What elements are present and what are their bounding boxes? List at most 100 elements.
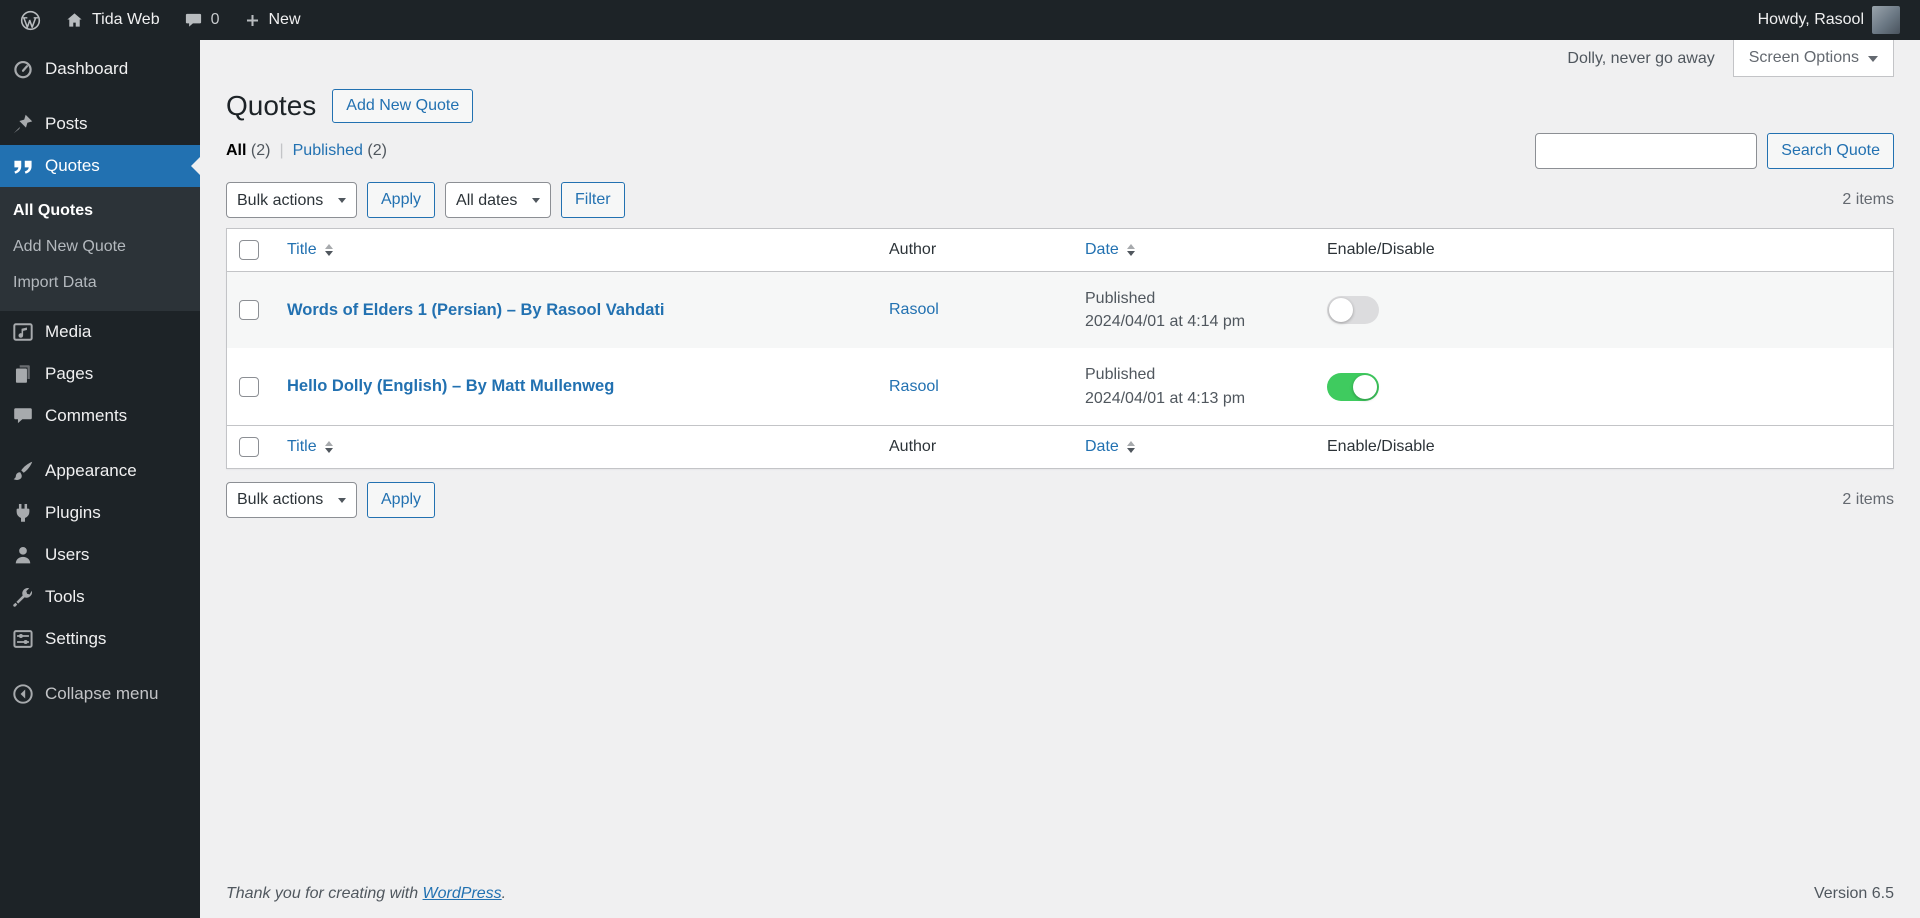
new-label: New [268,11,301,28]
sidebar-item-comments[interactable]: Comments [0,395,200,437]
row-checkbox[interactable] [239,376,259,397]
sidebar-item-label: Appearance [45,461,137,480]
filter-published-link[interactable]: Published (2) [293,142,387,160]
sidebar-item-label: Quotes [45,156,100,175]
search-quote-button[interactable]: Search Quote [1767,133,1894,169]
plus-icon [246,14,258,26]
sort-icon [1126,440,1135,453]
sort-by-date-link[interactable]: Date [1085,241,1135,259]
chevron-down-icon [1868,56,1878,62]
table-row: Words of Elders 1 (Persian) – By Rasool … [227,271,1893,349]
search-input[interactable] [1535,133,1758,169]
sort-icon [324,244,333,256]
status-filter-links: All (2) | Published (2) [226,142,387,160]
user-icon [15,546,31,564]
author-link[interactable]: Rasool [889,301,939,318]
toggle-knob [1353,374,1377,399]
apply-button[interactable]: Apply [367,182,436,218]
screen-options-label: Screen Options [1748,49,1859,66]
sort-icon [1126,244,1135,256]
avatar [1872,6,1900,34]
bulk-actions-select[interactable]: Bulk actions [226,481,357,518]
sort-by-title-link[interactable]: Title [287,438,333,456]
filter-all-label: All [226,142,247,159]
comments-count: 0 [210,11,220,28]
wordpress-logo-menu[interactable] [8,0,53,40]
quote-title-link[interactable]: Hello Dolly (English) – By Matt Mullenwe… [287,377,614,395]
apply-button[interactable]: Apply [367,481,436,518]
submenu-item-add-new-quote[interactable]: Add New Quote [0,229,200,265]
sidebar-item-pages[interactable]: Pages [0,353,200,395]
filter-published-count: (2) [367,142,387,159]
settings-sliders-icon [13,630,33,648]
filter-button[interactable]: Filter [561,182,625,218]
submenu-item-import-data[interactable]: Import Data [0,265,200,301]
title-column-header: Title [287,437,317,455]
sidebar-item-label: Settings [45,629,107,648]
bulk-actions-select-wrap: Bulk actions [226,481,357,518]
wordpress-logo-icon [20,10,41,30]
enable-toggle[interactable] [1327,296,1379,325]
screen-meta-row: Dolly, never go away Screen Options [200,40,1920,77]
home-icon [67,12,82,27]
quotes-submenu: All Quotes Add New Quote Import Data [0,187,200,311]
site-name-link[interactable]: Tida Web [53,0,172,40]
filter-all-count: (2) [250,142,271,159]
sidebar-item-posts[interactable]: Posts [0,103,200,145]
sort-by-title-link[interactable]: Title [287,241,333,259]
sidebar-item-label: Tools [45,587,85,606]
wordpress-admin: Tida Web 0 New Howdy, Rasool Dashboard P… [0,0,1920,918]
date-filter-select[interactable]: All dates [445,182,552,218]
date-text: 2024/04/01 at 4:14 pm [1085,313,1246,331]
screen-options-button[interactable]: Screen Options [1732,40,1894,77]
sidebar-item-appearance[interactable]: Appearance [0,450,200,492]
collapse-menu-button[interactable]: Collapse menu [0,673,200,715]
date-column-header: Date [1085,437,1119,455]
row-checkbox[interactable] [239,300,259,321]
date-column-header: Date [1085,241,1119,258]
new-content-menu[interactable]: New [232,0,313,40]
wrench-icon [13,588,32,607]
sidebar-item-media[interactable]: Media [0,311,200,353]
admin-bar-left: Tida Web 0 New [8,0,313,40]
main-layout: Dashboard Posts Quotes All Quotes Add Ne… [0,40,1920,918]
menu-separator [0,660,200,673]
footer-thanks: Thank you for creating with WordPress. [226,885,506,903]
bulk-actions-select[interactable]: Bulk actions [226,182,357,218]
comments-icon [14,408,32,424]
select-all-checkbox[interactable] [239,240,259,260]
sidebar-item-dashboard[interactable]: Dashboard [0,48,200,90]
sidebar-item-label: Posts [45,114,88,133]
sidebar-item-tools[interactable]: Tools [0,576,200,618]
tablenav-bottom-controls: Bulk actions Apply [226,481,436,518]
collapse-menu-label: Collapse menu [45,684,159,703]
select-all-checkbox[interactable] [239,436,259,457]
my-account-menu[interactable]: Howdy, Rasool [1746,0,1912,40]
add-new-quote-button[interactable]: Add New Quote [332,89,474,123]
quotes-icon [14,160,32,174]
enable-toggle[interactable] [1327,372,1379,401]
plug-icon [16,503,30,522]
submenu-item-all-quotes[interactable]: All Quotes [0,193,200,229]
sidebar-item-label: Dashboard [45,59,129,78]
filter-all-link[interactable]: All (2) [226,142,270,160]
bulk-actions-select-wrap: Bulk actions [226,182,357,218]
sidebar-item-users[interactable]: Users [0,534,200,576]
sidebar-item-label: Users [45,545,90,564]
table-row: Hello Dolly (English) – By Matt Mullenwe… [227,348,1893,425]
comment-bubble-icon [185,13,201,27]
pages-icon [15,365,30,383]
version-text: Version 6.5 [1813,885,1894,902]
comments-indicator[interactable]: 0 [172,0,232,40]
quote-title-link[interactable]: Words of Elders 1 (Persian) – By Rasool … [287,301,664,319]
author-link[interactable]: Rasool [889,378,939,395]
tablenav-top: Bulk actions Apply All dates Filter 2 it… [200,182,1920,218]
wordpress-link[interactable]: WordPress [423,885,502,902]
table-footer-row: Title Author Date Enable/Disable [227,424,1893,468]
tablenav-top-controls: Bulk actions Apply All dates Filter [226,182,625,218]
sort-by-date-link[interactable]: Date [1085,438,1135,456]
sidebar-item-settings[interactable]: Settings [0,618,200,660]
footer-thanks-prefix: Thank you for creating with [226,885,423,902]
sidebar-item-plugins[interactable]: Plugins [0,492,200,534]
sidebar-item-quotes[interactable]: Quotes [0,145,200,187]
